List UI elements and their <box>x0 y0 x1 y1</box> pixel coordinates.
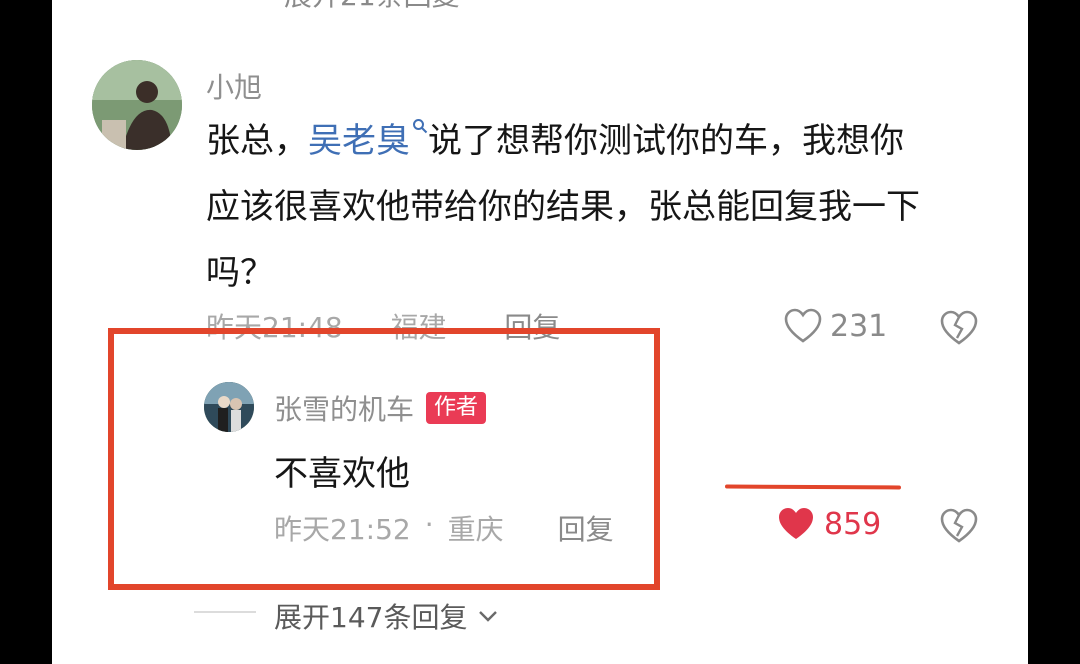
expand-replies-link-top[interactable]: 展开21条回复 <box>284 0 460 14</box>
expand-divider <box>194 611 256 613</box>
comment-text-start: 张总， <box>206 121 308 161</box>
dislike-broken-heart-icon[interactable] <box>940 310 978 346</box>
search-icon <box>413 119 428 134</box>
heart-outline-icon <box>784 308 822 343</box>
comment-line-3: 吗？ <box>206 253 274 293</box>
heart-filled-icon <box>779 508 813 539</box>
comment-text: 张总，吴老臭 说了想帮你测试你的车，我想你 应该很喜欢他带给你的结果，张总能回复我… <box>206 108 1006 306</box>
like-count: 231 <box>830 308 888 344</box>
mention-link[interactable]: 吴老臭 <box>308 121 410 161</box>
comment-line-1: 张总，吴老臭 说了想帮你测试你的车，我想你 <box>206 108 1006 174</box>
comment-line-2: 应该很喜欢他带给你的结果，张总能回复我一下 <box>206 187 920 227</box>
reply-like-count: 859 <box>824 506 882 542</box>
reply-dislike-broken-heart-icon[interactable] <box>940 508 978 544</box>
comment-like-button[interactable]: 231 <box>784 308 887 344</box>
avatar-image <box>92 60 182 150</box>
comment-username[interactable]: 小旭 <box>206 66 262 106</box>
highlight-box <box>108 328 660 590</box>
reply-like-button[interactable]: 859 <box>776 506 881 542</box>
chevron-down-icon <box>479 611 498 622</box>
comment-text-rest: 说了想帮你测试你的车，我想你 <box>428 121 904 161</box>
avatar[interactable] <box>92 60 182 150</box>
expand-replies-label: 展开147条回复 <box>274 601 468 634</box>
expand-replies-link[interactable]: 展开147条回复 <box>274 596 499 636</box>
